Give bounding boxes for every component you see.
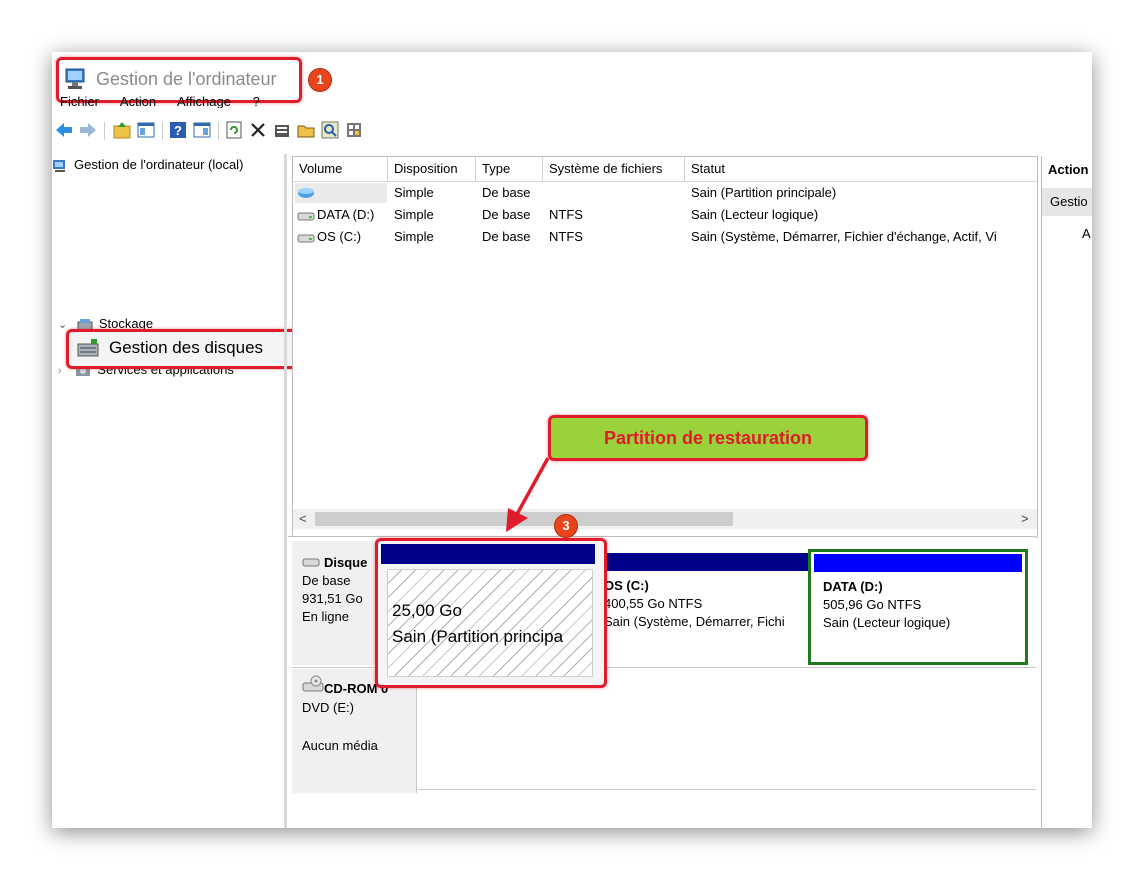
row2-fs: NTFS	[549, 207, 583, 222]
partition-data-bar	[814, 554, 1022, 572]
row3-layout: Simple	[394, 229, 434, 244]
row1-status: Sain (Partition principale)	[691, 185, 837, 200]
computer-icon	[52, 159, 68, 173]
properties-icon[interactable]	[272, 120, 292, 140]
partition-data-name: DATA (D:)	[823, 579, 883, 594]
row2-type: De base	[482, 207, 531, 222]
chevron-down-icon[interactable]: ⌄	[58, 319, 67, 331]
col-header-layout[interactable]: Disposition	[388, 157, 476, 181]
tree-root-label: Gestion de l'ordinateur (local)	[74, 157, 244, 172]
partition-os-status: Sain (Système, Démarrer, Fichi	[604, 614, 785, 629]
partition-os[interactable]: OS (C:) 400,55 Go NTFS Sain (Système, Dé…	[604, 553, 808, 665]
col-header-volume[interactable]: Volume	[293, 157, 388, 181]
restore-label-box: Partition de restauration	[548, 415, 868, 461]
tree-item-root[interactable]: Gestion de l'ordinateur (local)	[52, 157, 243, 173]
row2-layout: Simple	[394, 207, 434, 222]
partition-os-size: 400,55 Go NTFS	[604, 596, 703, 611]
row1-layout: Simple	[394, 185, 434, 200]
table-row[interactable]: DATA (D:) Simple De base NTFS Sain (Lect…	[293, 205, 1037, 225]
actions-subitem[interactable]: A	[1082, 226, 1091, 241]
row3-type: De base	[482, 229, 531, 244]
row2-volume: DATA (D:)	[317, 207, 375, 222]
row2-status: Sain (Lecteur logique)	[691, 207, 819, 222]
screenshot-frame: Gestion de l'ordinateur 1 Fichier Action…	[52, 52, 1092, 828]
partition-os-bar	[604, 553, 808, 571]
toolbar: ?	[52, 120, 452, 144]
cdrom-media: Aucun média	[302, 738, 378, 753]
arrow-icon	[506, 457, 550, 532]
row1-type: De base	[482, 185, 531, 200]
disk-icon	[302, 555, 320, 571]
disk-management-callout[interactable]: Gestion des disques	[66, 329, 298, 369]
pane-icon[interactable]	[192, 120, 212, 140]
col-header-status[interactable]: Statut	[685, 157, 1037, 181]
table-row[interactable]: OS (C:) Simple De base NTFS Sain (Systèm…	[293, 227, 1037, 247]
forward-arrow-icon[interactable]	[78, 120, 98, 140]
search-icon[interactable]	[320, 120, 340, 140]
svg-text:?: ?	[174, 123, 182, 138]
recovery-partition-status: Sain (Partition principa	[392, 627, 564, 646]
menu-bar: Fichier Action Affichage ?	[60, 94, 278, 108]
partition-data[interactable]: DATA (D:) 505,96 Go NTFS Sain (Lecteur l…	[808, 549, 1028, 665]
actions-item-gestion[interactable]: Gestio	[1042, 188, 1092, 216]
disk-management-icon	[77, 338, 99, 361]
scroll-left-button[interactable]: <	[299, 511, 307, 526]
back-arrow-icon[interactable]	[54, 120, 74, 140]
volume-table-header: Volume Disposition Type Système de fichi…	[293, 157, 1037, 182]
cdrom-icon	[302, 675, 324, 696]
refresh-icon[interactable]	[224, 120, 244, 140]
drive-icon	[297, 209, 315, 225]
left-pane-divider[interactable]	[284, 154, 287, 828]
open-folder-icon[interactable]	[296, 120, 316, 140]
up-folder-icon[interactable]	[112, 120, 132, 140]
cdrom-drive: DVD (E:)	[302, 700, 354, 715]
disk0-size: 931,51 Go	[302, 591, 363, 606]
disk0-type: De base	[302, 573, 351, 588]
menu-help[interactable]: ?	[253, 94, 260, 108]
help-icon[interactable]: ?	[168, 120, 188, 140]
horizontal-scrollbar[interactable]: < >	[293, 509, 1037, 529]
menu-affichage[interactable]: Affichage	[177, 94, 231, 108]
actions-pane: Action Gestio A	[1041, 156, 1092, 828]
menu-fichier[interactable]: Fichier	[60, 94, 99, 108]
col-header-type[interactable]: Type	[476, 157, 543, 181]
disk0-info[interactable]: Disque De base 931,51 Go En ligne	[292, 541, 383, 665]
chevron-right-icon[interactable]: ›	[58, 365, 62, 377]
volume-list: Volume Disposition Type Système de fichi…	[292, 156, 1038, 538]
partition-data-size: 505,96 Go NTFS	[823, 597, 922, 612]
restore-label-text: Partition de restauration	[603, 427, 813, 448]
callout-number-1: 1	[308, 68, 332, 92]
col-header-filesystem[interactable]: Système de fichiers	[543, 157, 685, 181]
row3-volume: OS (C:)	[317, 229, 362, 244]
disk0-name: Disque	[324, 555, 368, 570]
actions-header: Action	[1048, 162, 1089, 177]
recovery-partition-body	[387, 569, 593, 677]
delete-icon[interactable]	[248, 120, 268, 140]
show-tree-icon[interactable]	[136, 120, 156, 140]
drive-icon	[297, 231, 315, 247]
settings-icon[interactable]	[344, 120, 364, 140]
disk-volume-icon	[297, 186, 315, 203]
recovery-partition-bar	[381, 544, 595, 564]
disk0-state: En ligne	[302, 609, 349, 624]
row3-status: Sain (Système, Démarrer, Fichier d'échan…	[691, 229, 997, 244]
table-row[interactable]: Simple De base Sain (Partition principal…	[293, 183, 1037, 203]
partition-data-status: Sain (Lecteur logique)	[823, 615, 951, 630]
recovery-partition-size: 25,00 Go	[392, 601, 462, 620]
recovery-partition-callout[interactable]: 25,00 Go Sain (Partition principa	[375, 538, 607, 688]
partition-os-name: OS (C:)	[604, 578, 649, 593]
disk-management-label: Gestion des disques	[109, 338, 264, 357]
row3-fs: NTFS	[549, 229, 583, 244]
menu-action[interactable]: Action	[120, 94, 156, 108]
scroll-right-button[interactable]: >	[1021, 511, 1029, 526]
